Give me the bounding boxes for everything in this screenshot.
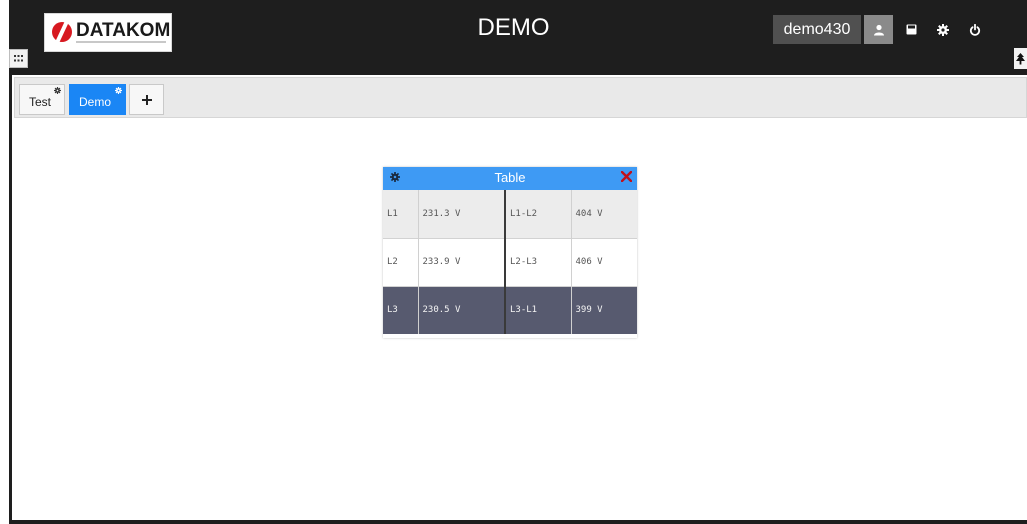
line-voltage: 406 V — [570, 237, 637, 287]
tab-settings-icon[interactable] — [54, 87, 61, 94]
tab-demo[interactable]: Demo — [69, 84, 126, 115]
phase-label: L3 — [383, 286, 418, 334]
phase-voltage: 230.5 V — [417, 286, 505, 334]
line-label: L1-L2 — [504, 190, 571, 238]
add-tab-button[interactable] — [129, 84, 164, 115]
line-voltage: 404 V — [570, 190, 637, 238]
logo-text: DATAKOM — [76, 20, 171, 41]
power-icon — [969, 23, 980, 36]
phase-voltage: 231.3 V — [417, 190, 505, 238]
grid-icon — [14, 55, 23, 62]
save-icon — [906, 24, 917, 35]
table-row: L3 230.5 V L3-L1 399 V — [383, 286, 637, 334]
close-icon[interactable] — [621, 171, 632, 182]
user-name-button[interactable]: demo430 — [773, 15, 861, 44]
line-label: L2-L3 — [504, 237, 571, 287]
table-row: L1 231.3 V L1-L2 404 V — [383, 190, 637, 238]
phase-label: L2 — [383, 237, 418, 287]
datakom-logo-mark — [52, 22, 72, 42]
tree-icon — [1016, 52, 1025, 64]
line-label: L3-L1 — [504, 286, 571, 334]
widget-header[interactable]: Table — [383, 167, 637, 190]
phase-voltage: 233.9 V — [417, 237, 505, 287]
datakom-logo: DATAKOM — [44, 13, 172, 52]
settings-button[interactable] — [928, 15, 957, 44]
logo-subtitle-line — [76, 41, 166, 43]
tab-settings-icon[interactable] — [115, 87, 122, 94]
tab-label: Test — [29, 95, 52, 109]
tab-test[interactable]: Test — [19, 84, 65, 115]
widget-title: Table — [494, 170, 526, 185]
user-profile-button[interactable] — [864, 15, 893, 44]
save-button[interactable] — [897, 15, 926, 44]
table-widget[interactable]: Table L1 231.3 V L1-L2 404 V L2 233.9 V … — [383, 167, 637, 338]
phase-label: L1 — [383, 190, 418, 238]
tree-toggle-button[interactable] — [1014, 48, 1027, 69]
tab-bar — [14, 77, 1027, 118]
table-row: L2 233.9 V L2-L3 406 V — [383, 237, 637, 287]
frame-border-left — [9, 0, 12, 524]
plus-icon — [141, 94, 152, 105]
user-icon — [873, 24, 884, 35]
frame-border-bottom — [9, 520, 1027, 524]
gear-icon — [936, 23, 949, 36]
tab-label: Demo — [79, 95, 112, 109]
app-grid-button[interactable] — [9, 49, 28, 68]
line-voltage: 399 V — [570, 286, 637, 334]
voltage-table: L1 231.3 V L1-L2 404 V L2 233.9 V L2-L3 … — [383, 190, 637, 334]
logout-button[interactable] — [960, 15, 989, 44]
